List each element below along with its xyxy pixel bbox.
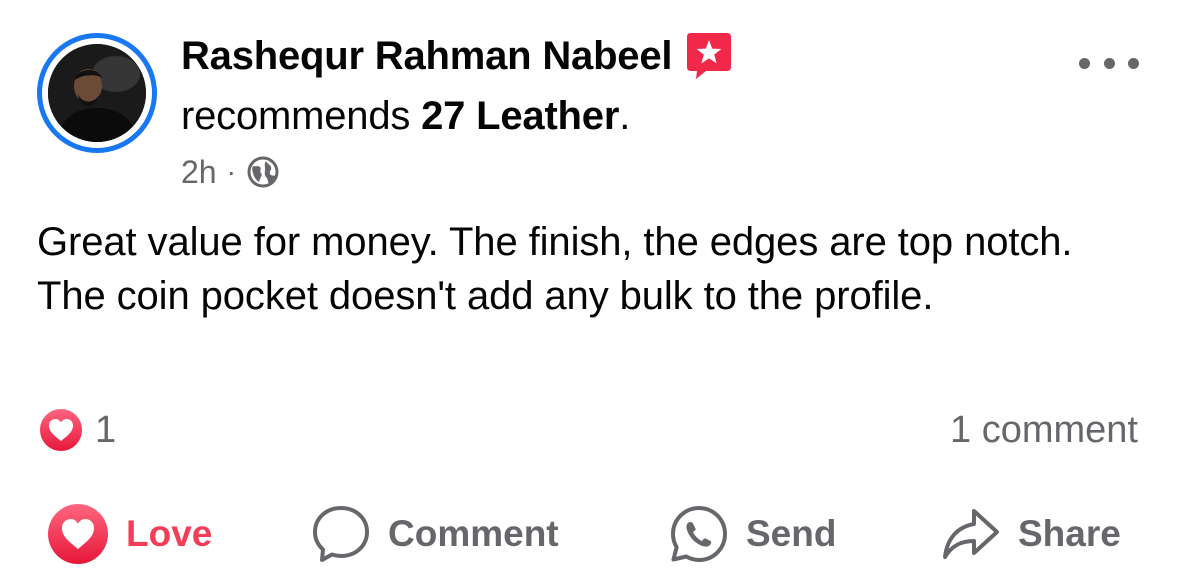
post-meta: 2h · <box>181 150 280 194</box>
reactions-summary[interactable]: 1 <box>37 406 116 454</box>
more-options-button[interactable] <box>1079 48 1139 78</box>
action-bar: Love Comment Send Share <box>0 500 1179 568</box>
love-label: Love <box>126 513 213 554</box>
love-reaction-icon <box>37 406 85 454</box>
meta-separator: · <box>226 156 236 187</box>
author-row: Rashequr Rahman Nabeel <box>181 30 734 82</box>
whatsapp-icon <box>668 503 730 565</box>
recommendation-line: recommends 27 Leather. <box>181 90 630 142</box>
globe-icon[interactable] <box>246 155 280 189</box>
love-reaction-icon <box>46 502 110 566</box>
post-text: Great value for money. The finish, the e… <box>37 220 1073 318</box>
share-label: Share <box>1018 513 1121 554</box>
recommendation-star-icon <box>684 31 734 81</box>
reaction-count: 1 <box>95 409 117 451</box>
author-name[interactable]: Rashequr Rahman Nabeel <box>181 30 673 82</box>
love-button[interactable]: Love <box>46 500 212 568</box>
send-label: Send <box>746 513 837 554</box>
post-timestamp[interactable]: 2h <box>181 150 217 194</box>
more-dot <box>1128 57 1139 69</box>
more-dot <box>1079 57 1090 69</box>
recommendation-suffix: . <box>619 94 631 138</box>
comment-label: Comment <box>388 513 559 554</box>
share-arrow-icon <box>940 503 1002 565</box>
profile-photo <box>48 44 146 142</box>
more-dot <box>1103 57 1115 69</box>
avatar[interactable] <box>37 33 157 153</box>
comment-button[interactable]: Comment <box>310 500 559 568</box>
comments-count-link[interactable]: 1 comment <box>950 406 1138 454</box>
recommendation-prefix: recommends <box>181 94 422 138</box>
send-button[interactable]: Send <box>668 500 836 568</box>
recommended-page-link[interactable]: 27 Leather <box>421 94 619 138</box>
share-button[interactable]: Share <box>940 500 1121 568</box>
comment-icon <box>310 503 372 565</box>
